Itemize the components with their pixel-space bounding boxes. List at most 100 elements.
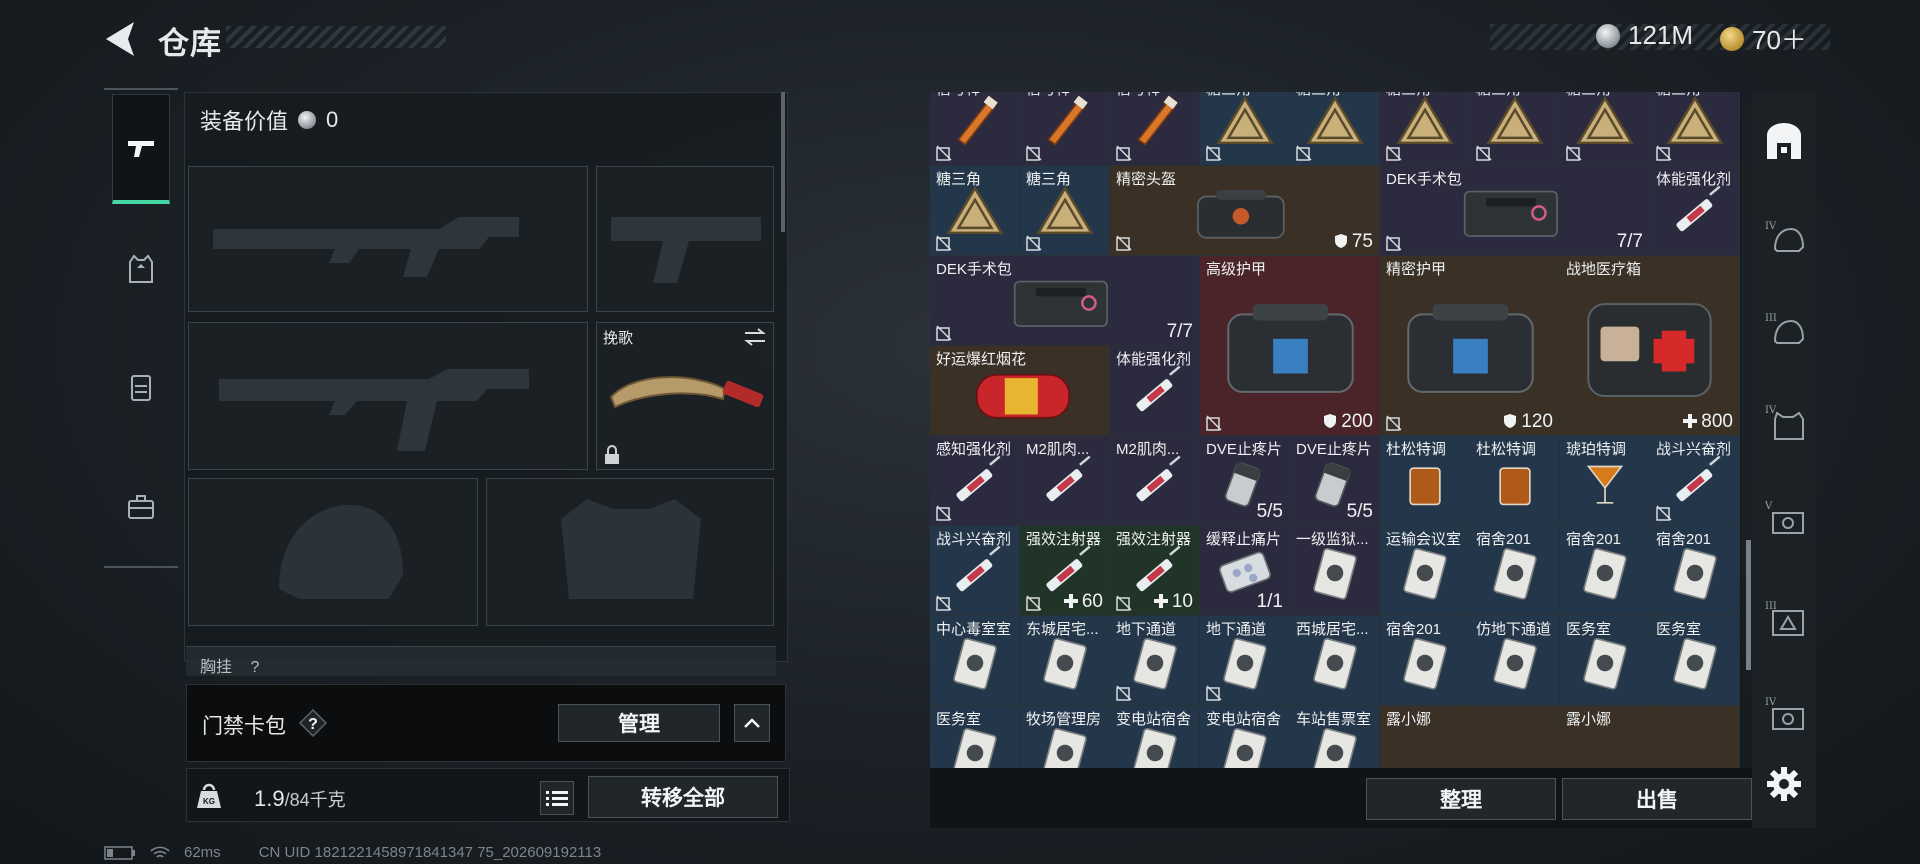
inventory-item[interactable]: 露小娜 (1560, 706, 1740, 768)
primary-weapon-slot[interactable] (188, 166, 588, 312)
inventory-item[interactable]: 缓释止痛片 1/1 (1200, 526, 1290, 616)
inventory-item[interactable]: 车站售票室 (1290, 706, 1380, 768)
filter-tier-iii-helmet[interactable]: III (1760, 306, 1808, 354)
inventory-item[interactable]: M2肌肉... (1020, 436, 1110, 526)
inventory-item[interactable]: 糖三角 (1560, 92, 1650, 166)
inventory-item[interactable]: 地下通道 (1200, 616, 1290, 706)
inventory-item[interactable]: 西城居宅... (1290, 616, 1380, 706)
item-count: 75 (1334, 231, 1373, 253)
inventory-item[interactable]: 信号棒 (1020, 92, 1110, 166)
melee-slot[interactable]: 挽歌 (596, 322, 774, 470)
tab-backpack[interactable] (112, 332, 170, 442)
inventory-item[interactable]: 体能强化剂 (1650, 166, 1740, 256)
inventory-item[interactable]: 精密护甲 120 (1380, 256, 1560, 436)
tab-toolbox[interactable] (112, 452, 170, 562)
secondary-weapon-slot[interactable] (188, 322, 588, 470)
inventory-item[interactable]: 仿地下通道 (1470, 616, 1560, 706)
swap-icon[interactable] (743, 327, 767, 347)
inventory-item[interactable]: 医务室 (1650, 616, 1740, 706)
sell-button[interactable]: 出售 (1562, 778, 1752, 820)
inventory-item[interactable]: 运输会议室 (1380, 526, 1470, 616)
body-armor-slot[interactable] (486, 478, 774, 626)
inventory-item[interactable]: 战地医疗箱 800 (1560, 256, 1740, 436)
inventory-item[interactable]: 糖三角 (1470, 92, 1560, 166)
inventory-item[interactable]: DEK手术包 7/7 (1380, 166, 1650, 256)
filter-all[interactable] (1760, 118, 1808, 166)
inventory-item[interactable]: 变电站宿舍 (1200, 706, 1290, 768)
chest-rig-header[interactable]: 胸挂 ? (186, 646, 776, 676)
inventory-item[interactable]: 杜松特调 (1470, 436, 1560, 526)
bound-marker (1026, 145, 1042, 161)
inventory-item[interactable]: 东城居宅... (1020, 616, 1110, 706)
bound-marker (1116, 145, 1132, 161)
inventory-item[interactable]: 强效注射器 60 (1020, 526, 1110, 616)
inventory-item[interactable]: 糖三角 (1290, 92, 1380, 166)
inventory-scrollbar[interactable] (1746, 540, 1751, 670)
inventory-item[interactable]: 宿舍201 (1380, 616, 1470, 706)
item-count-value: 5/5 (1256, 501, 1283, 522)
tab-weapons[interactable] (112, 94, 170, 204)
back-button[interactable] (100, 18, 142, 60)
inventory-item[interactable]: DVE止疼片 5/5 (1290, 436, 1380, 526)
inventory-item[interactable]: 中心毒室室 (930, 616, 1020, 706)
inventory-item[interactable]: 糖三角 (1380, 92, 1470, 166)
inventory-item[interactable]: 琥珀特调 (1560, 436, 1650, 526)
gold-currency[interactable]: 70＋ (1720, 20, 1807, 57)
inventory-item[interactable]: 糖三角 (930, 166, 1020, 256)
sort-button[interactable]: 整理 (1366, 778, 1556, 820)
filter-tier-v[interactable]: V (1760, 494, 1808, 542)
inventory-item[interactable]: 变电站宿舍 (1110, 706, 1200, 768)
ping: 62ms (184, 844, 221, 861)
inventory-item[interactable]: 宿舍201 (1560, 526, 1650, 616)
inventory-item[interactable]: 高级护甲 200 (1200, 256, 1380, 436)
inventory-item[interactable]: DVE止疼片 5/5 (1200, 436, 1290, 526)
filter-tier-iv-case[interactable]: IV (1760, 690, 1808, 738)
sidearm-slot[interactable] (596, 166, 774, 312)
inventory-item[interactable]: 体能强化剂 (1110, 346, 1200, 436)
inventory-item[interactable]: 战斗兴奋剂 (930, 526, 1020, 616)
inventory-item[interactable]: 糖三角 (1650, 92, 1740, 166)
inventory-item[interactable]: 精密头盔 75 (1110, 166, 1380, 256)
manage-button[interactable]: 管理 (558, 704, 720, 742)
inventory-item[interactable]: 牧场管理房 (1020, 706, 1110, 768)
heal-icon (1063, 594, 1078, 608)
inventory-item[interactable]: 感知强化剂 (930, 436, 1020, 526)
item-name: DEK手术包 (936, 261, 1012, 278)
inventory-item[interactable]: 医务室 (930, 706, 1020, 768)
inventory-item[interactable]: 糖三角 (1200, 92, 1290, 166)
inventory-item[interactable]: 露小娜 (1380, 706, 1560, 768)
inventory-item[interactable]: M2肌肉... (1110, 436, 1200, 526)
inventory-item[interactable]: 战斗兴奋剂 (1650, 436, 1740, 526)
filter-tier-iii-case[interactable]: III (1760, 594, 1808, 642)
tab-armor[interactable] (112, 214, 170, 324)
inventory-item[interactable]: 一级监狱... (1290, 526, 1380, 616)
inventory-item[interactable]: 糖三角 (1020, 166, 1110, 256)
bound-marker (1296, 145, 1312, 161)
case-tier-icon: V (1764, 501, 1804, 534)
help-icon[interactable]: ? (298, 708, 328, 738)
item-count-value: 7/7 (1166, 321, 1193, 342)
equipment-scrollbar[interactable] (781, 92, 785, 232)
inventory-item[interactable]: 宿舍201 (1470, 526, 1560, 616)
settings-button[interactable] (1760, 760, 1808, 808)
inventory-item[interactable]: 信号棒 (930, 92, 1020, 166)
list-view-button[interactable] (540, 781, 574, 815)
item-card-icon (1403, 547, 1447, 600)
helmet-slot[interactable] (188, 478, 478, 626)
page-title: 仓库 (158, 26, 222, 61)
bound-item-icon (1206, 685, 1222, 701)
inventory-item[interactable]: 好运爆红烟花 (930, 346, 1110, 436)
inventory-item[interactable]: 地下通道 (1110, 616, 1200, 706)
helmet-tier-icon: IV (1765, 221, 1805, 252)
inventory-item[interactable]: 杜松特调 (1380, 436, 1470, 526)
collapse-button[interactable] (734, 704, 770, 742)
inventory-item[interactable]: 强效注射器 10 (1110, 526, 1200, 616)
inventory-item[interactable]: 医务室 (1560, 616, 1650, 706)
transfer-all-button[interactable]: 转移全部 (588, 776, 778, 818)
inventory-item[interactable]: 信号棒 (1110, 92, 1200, 166)
filter-tier-iv-helmet[interactable]: IV (1760, 214, 1808, 262)
inventory-item[interactable]: 宿舍201 (1650, 526, 1740, 616)
bound-item-icon (1116, 595, 1132, 611)
inventory-item[interactable]: DEK手术包 7/7 (930, 256, 1200, 346)
filter-tier-iv-armor[interactable]: IV (1760, 398, 1808, 446)
